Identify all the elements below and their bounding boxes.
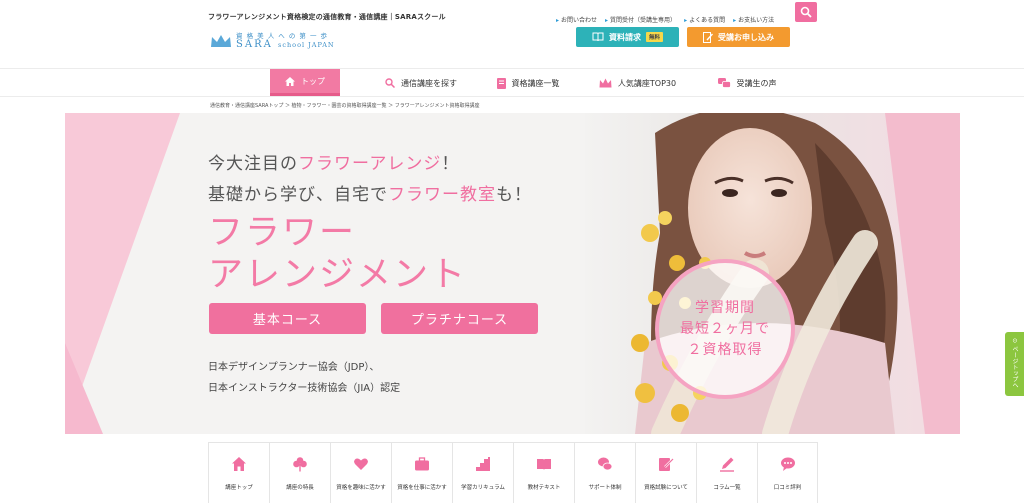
open-book-icon [537,459,551,470]
logo-brand: SARA school JAPAN [236,39,335,50]
hero-headline-1: 今大注目のフラワーアレンジ！ [208,154,460,174]
chat-bubbles-icon [717,77,731,88]
crown-icon [599,78,612,88]
pencil-icon [720,457,734,472]
breadcrumb: 通信教育・通信講座SARAトップ ＞ 植物・フラワー・園芸の資格取得講座一覧 ＞… [210,103,480,109]
hero-title-line-1: フラワー [208,213,357,253]
nav-item-course-list[interactable]: 資格講座一覧 [483,69,573,97]
hero-photo-woman-with-flowers [585,113,960,434]
briefcase-icon [415,457,429,471]
nav-item-top[interactable]: トップ [270,69,340,96]
subnav-item-columns[interactable]: コラム一覧 [696,443,757,503]
subnav-item-curriculum[interactable]: 学習カリキュラム [452,443,513,503]
site-description: フラワーアレンジメント資格検定の通信教育・通信講座｜SARAスクール [208,13,446,21]
site-header: フラワーアレンジメント資格検定の通信教育・通信講座｜SARAスクール 資 格 美… [0,0,1024,68]
clover-icon [293,457,307,472]
search-icon [800,6,812,18]
pen-paper-icon [659,458,674,471]
heart-icon [354,458,368,470]
search-icon [385,78,395,88]
book-icon [496,77,506,89]
book-icon [592,32,604,42]
subnav-item-textbook[interactable]: 教材テキスト [513,443,574,503]
apply-course-button[interactable]: 受講お申し込み [687,27,790,47]
subnav-item-hobby[interactable]: 資格を趣味に活かす [330,443,391,503]
hero-headline-2: 基礎から学び、自宅でフラワー教室も！ [208,185,532,205]
nav-item-testimonials[interactable]: 受講生の声 [712,69,782,97]
subnav-item-features[interactable]: 講座の特長 [269,443,330,503]
hero-banner: 今大注目のフラワーアレンジ！ 基礎から学び、自宅でフラワー教室も！ フラワー ア… [65,113,960,434]
nav-item-top30[interactable]: 人気講座TOP30 [585,69,690,97]
speech-bubble-icon [780,457,795,471]
site-logo[interactable]: 資 格 美 人 へ の 第 一 歩 SARA school JAPAN [210,30,334,54]
arrow-icon: ▸ [556,17,560,24]
arrow-icon: ▸ [733,17,737,24]
arrow-icon: ▸ [605,17,609,24]
arrow-up-icon: ⊙ [1011,338,1018,344]
utility-links: ▸ お問い合わせ ▸ 質問受付（受講生専用） ▸ よくある質問 ▸ お支払い方法 [556,15,774,24]
course-subnav: 講座トップ 講座の特長 資格を趣味に活かす 資格を仕事に活かす 学習カリキュラム… [208,442,818,503]
page-top-button[interactable]: ⊙ ページトップへ [1005,332,1024,396]
steps-icon [476,457,490,471]
subnav-item-reviews[interactable]: 口コミ評判 [757,443,818,503]
certification-line-1: 日本デザインプランナー協会（JDP）、 [208,362,380,373]
main-nav: トップ 通信講座を探す 資格講座一覧 人気講座TOP30 受講生の声 [0,68,1024,97]
subnav-item-course-top[interactable]: 講座トップ [208,443,269,503]
pen-form-icon [703,31,713,43]
arrow-icon: ▸ [684,17,688,24]
home-icon [285,76,295,86]
crown-logo-icon [211,35,231,47]
subnav-item-support[interactable]: サポート体制 [574,443,635,503]
utility-link-contact[interactable]: ▸ お問い合わせ [556,15,597,24]
utility-link-questions[interactable]: ▸ 質問受付（受講生専用） [605,15,676,24]
free-badge: 無料 [645,32,663,42]
subnav-item-exam[interactable]: 資格試験について [635,443,696,503]
basic-course-button[interactable]: 基本コース [209,303,366,334]
hero-title-line-2: アレンジメント [208,255,468,295]
utility-link-faq[interactable]: ▸ よくある質問 [684,15,725,24]
nav-item-search-courses[interactable]: 通信講座を探す [366,69,476,97]
utility-link-payment[interactable]: ▸ お支払い方法 [733,15,774,24]
subnav-item-career[interactable]: 資格を仕事に活かす [391,443,452,503]
request-brochure-button[interactable]: 資料請求 無料 [576,27,679,47]
home-icon [232,457,246,471]
platinum-course-button[interactable]: プラチナコース [381,303,538,334]
chat-bubbles-icon [598,457,613,471]
certification-line-2: 日本インストラクター技術協会（JIA）認定 [208,383,401,394]
search-button[interactable] [795,2,817,22]
study-period-badge: 学習期間 最短２ヶ月で ２資格取得 [655,259,795,399]
